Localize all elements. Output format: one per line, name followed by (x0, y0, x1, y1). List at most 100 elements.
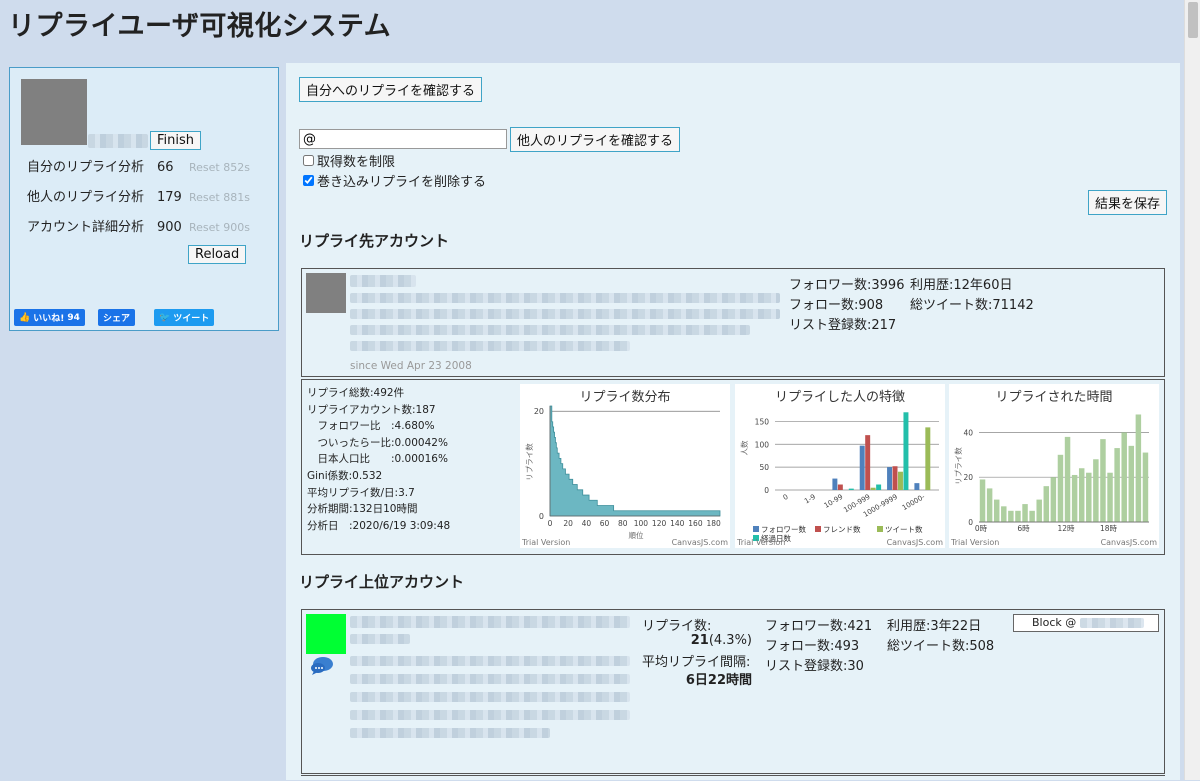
x-axis-title: 順位 (629, 530, 644, 540)
next-card-edge (301, 775, 1165, 781)
like-button[interactable]: 👍 いいね! 94 (14, 309, 85, 326)
target-bio-redacted (350, 325, 750, 335)
bar (1071, 474, 1078, 522)
check-own-replies-button[interactable]: 自分へのリプライを確認する (299, 77, 483, 102)
vertical-scrollbar[interactable] (1184, 0, 1200, 780)
limit-checkbox-label: 取得数を制限 (317, 155, 396, 170)
bird-icon: 🐦 (159, 312, 171, 323)
block-button[interactable]: Block @ (1013, 614, 1159, 632)
limit-checkbox[interactable] (303, 155, 314, 166)
bar (848, 488, 854, 490)
target-name-redacted (350, 275, 416, 287)
summary-line: 平均リプライ数/日:3.7 (307, 486, 415, 499)
bar (832, 478, 838, 490)
reply-target-heading: リプライ先アカウント (299, 232, 450, 250)
bar (903, 412, 909, 490)
x-tick-label: 40 (582, 519, 592, 528)
summary-line: リプライアカウント数:187 (307, 403, 436, 416)
replier-features-plot: 050100150人数0 1-9 10-99100-9991000-9999 1000… (739, 412, 939, 543)
top-account-bio-redacted (350, 656, 630, 666)
username-input[interactable] (299, 129, 507, 149)
stat-label: 他人のリプライ分析 (27, 190, 145, 205)
analysis-card: リプライ総数:492件 リプライアカウント数:187 フォロワー比 :4.680… (301, 379, 1165, 555)
x-tick-label: 0 (548, 519, 553, 528)
bar (1029, 510, 1035, 522)
legend-swatch (753, 526, 759, 532)
top-reply-heading: リプライ上位アカウント (299, 573, 465, 591)
target-since: since Wed Apr 23 2008 (350, 360, 472, 372)
x-tick-label: 6時 (1017, 524, 1030, 533)
reply-time-plot: 0 20 40 リプライ数 0時 6時 12時 18時 (953, 414, 1149, 533)
remove-checkbox[interactable] (303, 175, 314, 186)
bar (892, 466, 898, 490)
canvasjs-credit: CanvasJS.com (1100, 538, 1157, 547)
sidebar: Finish 自分のリプライ分析 66 Reset 852s 他人のリプライ分析… (9, 67, 279, 331)
bar (1050, 477, 1057, 522)
x-tick-label: 10000- (901, 493, 927, 513)
top-reply-card: リプライ数: 21(4.3%) 平均リプライ間隔: 6日22時間 フォロワー数:… (301, 609, 1165, 774)
avg-interval-value: 6日22時間 (685, 673, 752, 688)
x-tick-label: 12時 (1057, 524, 1075, 533)
block-label: Block @ (1032, 616, 1077, 629)
reply-bubble-icon (310, 656, 334, 676)
summary-line: 分析日 :2020/6/19 3:09:48 (307, 519, 451, 532)
save-results-button[interactable]: 結果を保存 (1088, 190, 1168, 215)
bar (1114, 448, 1120, 522)
stat-row-own: 自分のリプライ分析 66 Reset 852s (27, 156, 250, 175)
summary-line: リプライ総数:492件 (307, 387, 405, 399)
bar (986, 488, 993, 522)
stat-value: 900 (157, 220, 182, 235)
canvasjs-credit: CanvasJS.com (671, 538, 728, 547)
target-bio-redacted (350, 341, 630, 351)
block-target-redacted (1079, 618, 1144, 628)
x-tick-label: 1-9 (803, 493, 817, 506)
bar (1093, 459, 1099, 522)
x-tick-label: 160 (688, 519, 703, 528)
target-tenure: 利用歴:12年60日 (910, 278, 1013, 293)
limit-option[interactable]: 取得数を制限 (299, 151, 395, 170)
canvasjs-credit: CanvasJS.com (886, 538, 943, 547)
bar (1008, 510, 1014, 522)
x-tick-label: 10-99 (823, 493, 845, 510)
bar (1135, 414, 1142, 522)
reload-button[interactable]: Reload (188, 245, 247, 264)
top-account-id-redacted (350, 634, 410, 644)
tweet-button[interactable]: 🐦 ツイート (154, 309, 215, 326)
stat-reset: Reset 852s (189, 161, 250, 174)
y-tick-label: 150 (755, 417, 770, 426)
trial-label: Trial Version (522, 538, 571, 547)
remove-option[interactable]: 巻き込みリプライを削除する (299, 171, 486, 190)
y-tick-label: 20 (534, 407, 544, 416)
finish-button[interactable]: Finish (150, 131, 202, 150)
x-tick-label: 60 (600, 519, 610, 528)
reply-distribution-chart: リプライ数分布 0 20 0 20 40 60 80 100 120 140 160 180 順位 リプラ… (520, 384, 730, 548)
target-total-tweets: 総ツイート数:71142 (910, 298, 1034, 313)
y-axis-title: リプライ数 (524, 443, 534, 481)
trial-label: Trial Version (737, 538, 786, 547)
bar (979, 479, 986, 522)
legend-label: フォロワー数 (761, 524, 806, 534)
top-account-avatar (306, 614, 346, 654)
stat-value: 66 (157, 160, 174, 175)
x-tick-label: 100 (634, 519, 649, 528)
bar (865, 435, 871, 490)
bar (859, 445, 865, 490)
check-others-replies-button[interactable]: 他人のリプライを確認する (510, 127, 681, 152)
reply-target-card: since Wed Apr 23 2008 フォロワー数:3996 利用歴:12… (301, 268, 1165, 377)
legend-swatch (877, 526, 883, 532)
share-button[interactable]: シェア (98, 309, 136, 326)
top-total-tweets: 総ツイート数:508 (887, 639, 995, 654)
top-account-bio-redacted (350, 692, 630, 702)
legend-label: ツイート数 (885, 524, 923, 534)
top-followers: フォロワー数:421 (765, 619, 873, 634)
bar (1036, 499, 1042, 522)
top-account-bio-redacted (350, 728, 550, 738)
top-account-bio-redacted (350, 710, 630, 720)
target-listed: リスト登録数:217 (789, 318, 897, 333)
stat-label: アカウント詳細分析 (27, 220, 145, 235)
top-account-bio-redacted (350, 674, 630, 684)
scrollbar-thumb[interactable] (1188, 2, 1198, 38)
bar (870, 487, 876, 490)
share-label: シェア (103, 314, 131, 324)
bar (1022, 504, 1028, 522)
